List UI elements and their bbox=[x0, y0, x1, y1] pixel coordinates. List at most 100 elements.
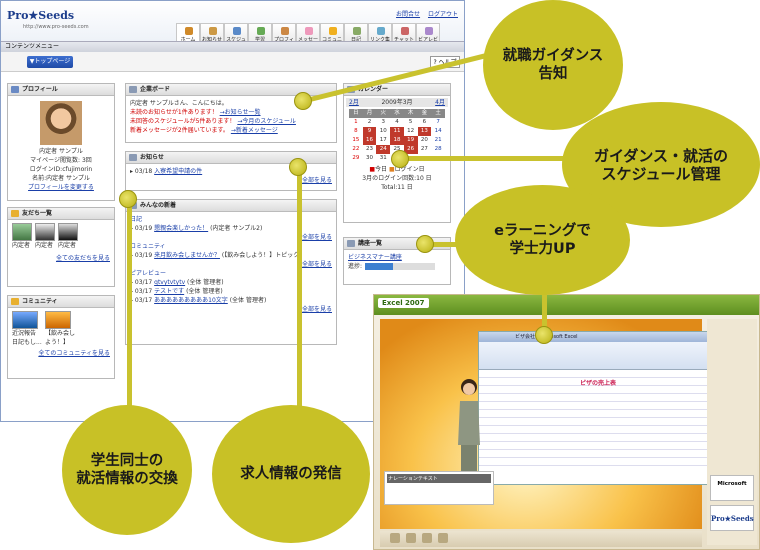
logo-url: http://www.pro-seeds.com bbox=[23, 24, 89, 30]
calendar-day[interactable]: 13 bbox=[417, 127, 432, 136]
schedule-link[interactable]: →今月のスケジュール bbox=[237, 118, 296, 125]
elearning-window: Excel 2007 ビザ会社 - Microsoft Excel ピザの売上表… bbox=[373, 294, 760, 550]
community-panel-title: コミュニティ bbox=[8, 296, 114, 308]
calendar-day[interactable]: 3 bbox=[376, 118, 390, 127]
calendar-day[interactable]: 4 bbox=[390, 118, 404, 127]
friend-item[interactable]: 内定者 bbox=[58, 223, 78, 250]
calendar-day[interactable]: 27 bbox=[418, 145, 432, 154]
calendar-day[interactable]: 1 bbox=[349, 118, 363, 127]
content-menu-bar: コンテンツメニュー bbox=[1, 41, 464, 52]
callout-student-exchange: 学生同士の 就活情報の交換 bbox=[62, 405, 192, 535]
course-link[interactable]: ビジネスマナー講座 bbox=[348, 253, 446, 262]
update-item-link[interactable]: 来月飲み会しませんか？ bbox=[154, 252, 220, 259]
portal-header: Pro★Seeds http://www.pro-seeds.com お問合せ … bbox=[1, 1, 464, 50]
calendar-day[interactable]: 30 bbox=[363, 154, 377, 163]
excel-sheet: ピザの売上表 bbox=[479, 370, 717, 470]
marker-dot bbox=[535, 326, 553, 344]
friend-item[interactable]: 内定者 bbox=[12, 223, 32, 250]
community-item[interactable]: 【飲み会しよう！】 bbox=[45, 311, 75, 347]
update-item-link[interactable]: 懇親会楽しかった！ bbox=[154, 225, 208, 232]
all-friends-link[interactable]: 全ての友だちを見る bbox=[12, 254, 110, 263]
pro-seeds-logo[interactable]: Pro★Seeds bbox=[7, 9, 74, 22]
connector-line bbox=[297, 165, 302, 410]
calendar-next-month[interactable]: 4月 bbox=[435, 98, 445, 107]
friends-thumbnails: 内定者 内定者 内定者 bbox=[12, 223, 110, 250]
playback-controls bbox=[380, 531, 702, 547]
calendar-day[interactable]: 9 bbox=[362, 127, 377, 136]
top-page-button[interactable]: ▼トップページ bbox=[27, 56, 73, 68]
contact-link[interactable]: お問合せ bbox=[396, 11, 420, 18]
connector-line bbox=[127, 198, 132, 438]
profile-photo[interactable] bbox=[40, 101, 82, 145]
forward-button[interactable] bbox=[422, 533, 432, 543]
microsoft-badge: Microsoft bbox=[710, 475, 754, 501]
excel-window: ビザ会社 - Microsoft Excel ピザの売上表 bbox=[478, 331, 718, 485]
elearning-title: Excel 2007 bbox=[378, 298, 429, 308]
update-item-link[interactable]: テストです bbox=[154, 288, 184, 295]
calendar-day[interactable]: 15 bbox=[349, 136, 363, 145]
calendar-day[interactable]: 23 bbox=[363, 145, 377, 154]
friend-item[interactable]: 内定者 bbox=[35, 223, 55, 250]
calendar-day[interactable]: 31 bbox=[376, 154, 390, 163]
narration-box: ナレーションテキスト bbox=[384, 471, 494, 505]
calendar-day[interactable]: 7 bbox=[431, 118, 445, 127]
edit-profile-link[interactable]: プロフィールを変更する bbox=[12, 183, 110, 192]
calendar-day[interactable]: 10 bbox=[376, 127, 390, 136]
progress-fill bbox=[365, 263, 394, 270]
calendar-day[interactable]: 16 bbox=[362, 136, 377, 145]
calendar-prev-month[interactable]: 2月 bbox=[349, 98, 359, 107]
stop-button[interactable] bbox=[438, 533, 448, 543]
play-button[interactable] bbox=[406, 533, 416, 543]
calendar-day[interactable]: 5 bbox=[404, 118, 418, 127]
calendar-day[interactable]: 24 bbox=[376, 145, 391, 154]
news-item-link[interactable]: 入寮希望申請の件 bbox=[154, 168, 202, 175]
friend-photo bbox=[58, 223, 78, 241]
elearning-toolbar: Excel 2007 bbox=[374, 295, 759, 315]
messages-link[interactable]: →新着メッセージ bbox=[231, 127, 278, 134]
calendar-day[interactable]: 14 bbox=[431, 127, 445, 136]
rewind-button[interactable] bbox=[390, 533, 400, 543]
course-progress: 進捗: bbox=[348, 262, 446, 271]
profile-login-id: ログインID:cfujimorin bbox=[29, 166, 93, 173]
calendar-day[interactable]: 2 bbox=[363, 118, 377, 127]
news-list-link[interactable]: →お知らせ一覧 bbox=[220, 109, 261, 116]
marker-dot bbox=[289, 158, 307, 176]
marker-dot bbox=[391, 150, 409, 168]
updates-title: みんなの新着 bbox=[126, 200, 336, 212]
logout-link[interactable]: ログアウト bbox=[428, 11, 458, 18]
friends-panel-title: 友だち一覧 bbox=[8, 208, 114, 220]
updates-panel: みんなの新着 日記 ▸ 03/19 懇親会楽しかった！ (内定者 サンプル2) … bbox=[125, 199, 337, 345]
profile-panel: プロフィール 内定者 サンプル マイページ閲覧数: 3回 ログインID:cfuj… bbox=[7, 83, 115, 201]
calendar-day[interactable]: 28 bbox=[431, 145, 445, 154]
calendar-day[interactable]: 17 bbox=[376, 136, 390, 145]
calendar-month-nav: 2月 2009年3月 4月 bbox=[346, 98, 448, 107]
calendar-day[interactable]: 22 bbox=[349, 145, 363, 154]
login-total: Total:11 日 bbox=[381, 184, 413, 191]
calendar-day[interactable]: 29 bbox=[349, 154, 363, 163]
calendar-day[interactable]: 19 bbox=[403, 136, 418, 145]
calendar-day[interactable]: 21 bbox=[431, 136, 445, 145]
profile-fullname: 名前:内定者 サンプル bbox=[32, 175, 90, 182]
friends-panel: 友だち一覧 内定者 内定者 内定者 全ての友だちを見る bbox=[7, 207, 115, 287]
update-item-link[interactable]: あああああああああ10文字 bbox=[154, 297, 228, 304]
calendar-day[interactable]: 8 bbox=[349, 127, 363, 136]
connector-line bbox=[400, 156, 580, 161]
calendar-day[interactable]: 6 bbox=[418, 118, 432, 127]
calendar-day[interactable]: 18 bbox=[390, 136, 404, 145]
community-item[interactable]: 近況報告 日記もし... bbox=[12, 311, 42, 347]
calendar-day[interactable]: 20 bbox=[418, 136, 432, 145]
profile-panel-title: プロフィール bbox=[8, 84, 114, 96]
community-panel: コミュニティ 近況報告 日記もし... 【飲み会しよう！】 全てのコミュニティを… bbox=[7, 295, 115, 379]
excel-titlebar: ビザ会社 - Microsoft Excel bbox=[479, 332, 717, 342]
callout-career-guidance: 就職ガイダンス 告知 bbox=[483, 0, 623, 130]
marker-dot bbox=[294, 92, 312, 110]
profile-name: 内定者 サンプル bbox=[39, 148, 83, 155]
all-communities-link[interactable]: 全てのコミュニティを見る bbox=[12, 349, 110, 358]
calendar-day[interactable]: 12 bbox=[404, 127, 418, 136]
calendar-current-month: 2009年3月 bbox=[381, 99, 413, 106]
friend-photo bbox=[12, 223, 32, 241]
calendar-day[interactable]: 11 bbox=[390, 127, 404, 136]
update-item-link[interactable]: qtvytvtytv bbox=[154, 279, 185, 286]
marker-dot bbox=[416, 235, 434, 253]
pro-seeds-badge: Pro★Seeds bbox=[710, 505, 754, 531]
